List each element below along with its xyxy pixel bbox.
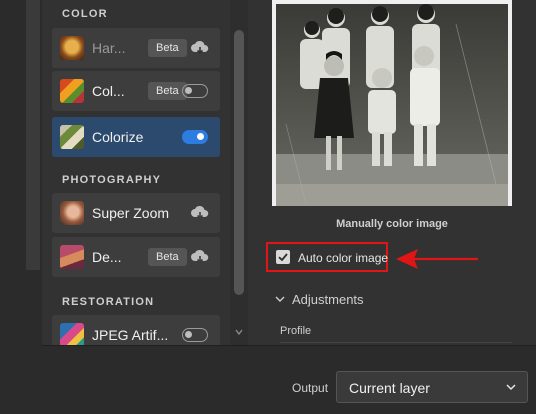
chevron-down-icon — [506, 384, 516, 391]
cloud-download-icon[interactable] — [190, 38, 210, 58]
checkmark-icon — [278, 253, 288, 262]
harmonization-thumbnail-icon — [60, 36, 84, 60]
filter-item-depth-blur[interactable]: De... Beta — [52, 237, 220, 277]
filter-item-jpeg-artifacts[interactable]: JPEG Artif... — [52, 315, 220, 345]
filter-item-harmonization[interactable]: Har... Beta — [52, 28, 220, 68]
filter-label: Colorize — [92, 129, 144, 145]
vintage-family-photo — [276, 4, 508, 206]
colorize-thumbnail-icon — [60, 125, 84, 149]
super-zoom-thumbnail-icon — [60, 201, 84, 225]
section-label-restoration: RESTORATION — [62, 296, 155, 308]
filter-label: De... — [92, 249, 122, 265]
auto-color-label: Auto color image — [298, 251, 389, 265]
filter-label: Har... — [92, 40, 126, 56]
filter-options-panel: Manually color image Auto color image Ad… — [248, 0, 536, 345]
toggle-knob — [185, 331, 192, 338]
output-label: Output — [292, 381, 329, 395]
cloud-download-icon[interactable] — [190, 247, 210, 267]
adjustments-section-header[interactable]: Adjustments — [292, 292, 364, 307]
preview-caption: Manually color image — [336, 218, 448, 230]
output-select[interactable]: Current layer — [336, 371, 528, 403]
output-selected-value: Current layer — [349, 380, 430, 396]
filter-item-color-transfer[interactable]: Col... Beta — [52, 71, 220, 111]
neural-filters-window: COLOR Har... Beta Col... Beta Colorize P… — [0, 0, 536, 414]
chevron-right-icon[interactable] — [274, 293, 286, 305]
left-gutter — [0, 0, 42, 414]
beta-badge: Beta — [148, 248, 187, 266]
section-label-photography: PHOTOGRAPHY — [62, 174, 162, 186]
color-transfer-thumbnail-icon — [60, 79, 84, 103]
reference-image-preview[interactable] — [272, 0, 512, 206]
filter-label: JPEG Artif... — [92, 327, 169, 343]
filter-toggle[interactable] — [182, 84, 208, 98]
toggle-knob — [185, 87, 192, 94]
jpeg-artifacts-thumbnail-icon — [60, 323, 84, 345]
filter-item-super-zoom[interactable]: Super Zoom — [52, 193, 220, 233]
profile-label: Profile — [280, 325, 312, 337]
filter-list-panel: COLOR Har... Beta Col... Beta Colorize P… — [42, 0, 230, 345]
filter-label: Col... — [92, 83, 125, 99]
beta-badge: Beta — [148, 39, 187, 57]
filter-list-scrollbar[interactable] — [230, 0, 248, 345]
auto-color-checkbox[interactable] — [276, 250, 290, 264]
filter-toggle[interactable] — [182, 130, 208, 144]
filter-toggle[interactable] — [182, 328, 208, 342]
output-bar: Output Current layer — [42, 345, 536, 414]
section-label-color: COLOR — [62, 8, 108, 20]
toggle-knob — [197, 133, 204, 140]
auto-color-highlight[interactable]: Auto color image — [266, 242, 388, 272]
depth-blur-thumbnail-icon — [60, 245, 84, 269]
filter-label: Super Zoom — [92, 205, 170, 221]
scroll-down-icon[interactable] — [233, 326, 245, 338]
red-arrow-annotation-icon — [396, 249, 478, 269]
scrollbar-thumb[interactable] — [234, 30, 244, 295]
cloud-download-icon[interactable] — [190, 203, 210, 223]
beta-badge: Beta — [148, 82, 187, 100]
gutter-scroll-track — [26, 0, 40, 270]
divider — [280, 342, 512, 343]
filter-item-colorize[interactable]: Colorize — [52, 117, 220, 157]
